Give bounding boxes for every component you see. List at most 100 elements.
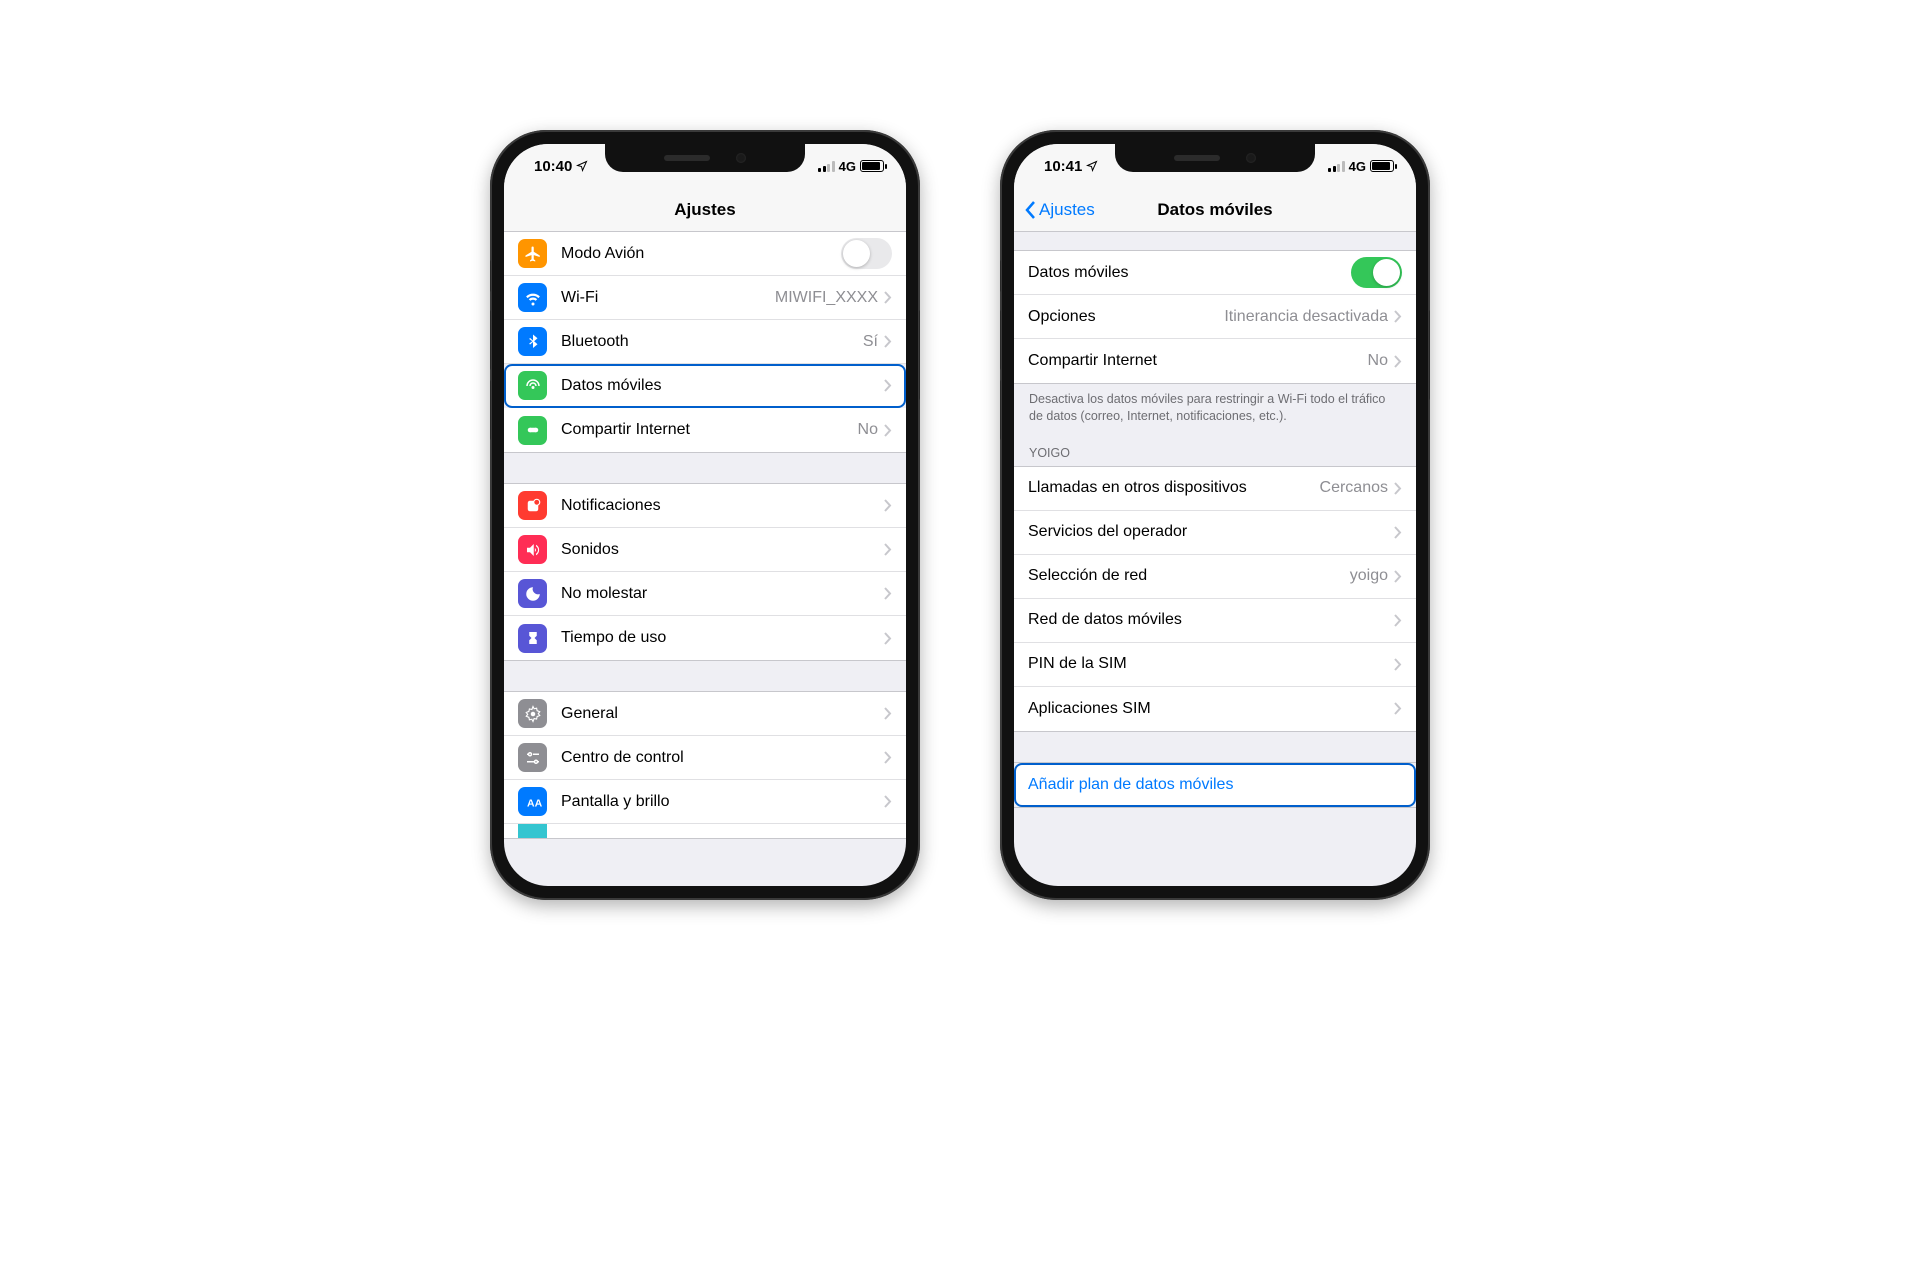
row-add-cellular-plan[interactable]: Añadir plan de datos móviles: [1014, 763, 1416, 807]
side-button: [490, 260, 491, 292]
row-dnd[interactable]: No molestar: [504, 572, 906, 616]
row-label: Compartir Internet: [1028, 352, 1368, 370]
row-sounds[interactable]: Sonidos: [504, 528, 906, 572]
row-screentime[interactable]: Tiempo de uso: [504, 616, 906, 660]
row-label: Datos móviles: [561, 377, 884, 395]
row-cellular-data[interactable]: Datos móviles: [1014, 251, 1416, 295]
settings-list: Modo Avión Wi-Fi MIWIFI_XXXX Bluetooth S…: [504, 232, 906, 839]
row-calls-other-devices[interactable]: Llamadas en otros dispositivos Cercanos: [1014, 467, 1416, 511]
section-header: YOIGO: [1014, 432, 1416, 466]
chevron-right-icon: [1394, 702, 1402, 715]
chevron-right-icon: [884, 499, 892, 512]
nav-title: Ajustes: [674, 200, 735, 220]
location-icon: [1086, 160, 1098, 172]
row-bluetooth[interactable]: Bluetooth Sí: [504, 320, 906, 364]
chevron-right-icon: [884, 751, 892, 764]
chevron-right-icon: [884, 335, 892, 348]
row-value: No: [1368, 352, 1388, 370]
row-label: Servicios del operador: [1028, 523, 1394, 541]
chevron-right-icon: [1394, 310, 1402, 323]
row-partial[interactable]: [504, 824, 906, 838]
row-network-selection[interactable]: Selección de red yoigo: [1014, 555, 1416, 599]
row-label: Notificaciones: [561, 497, 884, 515]
general-icon: [518, 699, 547, 728]
network-label: 4G: [1349, 159, 1366, 174]
row-label: Aplicaciones SIM: [1028, 700, 1394, 718]
side-button: [1000, 310, 1001, 370]
row-hotspot[interactable]: Compartir Internet No: [1014, 339, 1416, 383]
row-airplane[interactable]: Modo Avión: [504, 232, 906, 276]
partial-icon: [518, 824, 547, 838]
cellular-data-toggle[interactable]: [1351, 257, 1402, 288]
row-value: Sí: [863, 333, 878, 351]
row-wifi[interactable]: Wi-Fi MIWIFI_XXXX: [504, 276, 906, 320]
side-button: [1000, 380, 1001, 440]
side-button: [490, 380, 491, 440]
back-button[interactable]: Ajustes: [1024, 200, 1095, 220]
cellular-icon: [518, 371, 547, 400]
row-value: yoigo: [1350, 567, 1388, 585]
hotspot-icon: [518, 416, 547, 445]
chevron-right-icon: [884, 543, 892, 556]
row-notifications[interactable]: Notificaciones: [504, 484, 906, 528]
battery-icon: [1370, 160, 1394, 172]
section-footer: Desactiva los datos móviles para restrin…: [1014, 384, 1416, 432]
row-options[interactable]: Opciones Itinerancia desactivada: [1014, 295, 1416, 339]
side-button: [490, 310, 491, 370]
row-label: Añadir plan de datos móviles: [1028, 776, 1402, 794]
row-label: General: [561, 705, 884, 723]
network-label: 4G: [839, 159, 856, 174]
row-display[interactable]: AA Pantalla y brillo: [504, 780, 906, 824]
row-value: Cercanos: [1320, 479, 1388, 497]
row-sim-applications[interactable]: Aplicaciones SIM: [1014, 687, 1416, 731]
row-label: Compartir Internet: [561, 421, 858, 439]
chevron-right-icon: [884, 291, 892, 304]
row-label: Wi-Fi: [561, 289, 775, 307]
chevron-right-icon: [884, 707, 892, 720]
row-label: Sonidos: [561, 541, 884, 559]
row-general[interactable]: General: [504, 692, 906, 736]
row-cellular-data-network[interactable]: Red de datos móviles: [1014, 599, 1416, 643]
row-label: Centro de control: [561, 749, 884, 767]
svg-text:AA: AA: [527, 797, 542, 809]
chevron-right-icon: [1394, 526, 1402, 539]
row-value: Itinerancia desactivada: [1224, 308, 1388, 326]
row-label: Modo Avión: [561, 245, 841, 263]
side-button: [919, 310, 920, 400]
side-button: [1000, 260, 1001, 292]
dnd-icon: [518, 579, 547, 608]
row-hotspot[interactable]: Compartir Internet No: [504, 408, 906, 452]
row-sim-pin[interactable]: PIN de la SIM: [1014, 643, 1416, 687]
bluetooth-icon: [518, 327, 547, 356]
row-label: PIN de la SIM: [1028, 655, 1394, 673]
row-label: Datos móviles: [1028, 264, 1351, 282]
signal-icon: [818, 161, 835, 172]
row-value: MIWIFI_XXXX: [775, 289, 878, 307]
row-label: Tiempo de uso: [561, 629, 884, 647]
nav-title: Datos móviles: [1157, 200, 1272, 220]
row-label: Opciones: [1028, 308, 1224, 326]
notifications-icon: [518, 491, 547, 520]
wifi-icon: [518, 283, 547, 312]
screen: 10:40 4G Ajustes Modo Avión Wi-: [504, 144, 906, 886]
phone-left: 10:40 4G Ajustes Modo Avión Wi-: [490, 130, 920, 900]
screen: 10:41 4G Ajustes Datos móviles Datos móv…: [1014, 144, 1416, 886]
chevron-right-icon: [1394, 355, 1402, 368]
display-icon: AA: [518, 787, 547, 816]
row-label: Pantalla y brillo: [561, 793, 884, 811]
row-label: Red de datos móviles: [1028, 611, 1394, 629]
row-carrier-services[interactable]: Servicios del operador: [1014, 511, 1416, 555]
chevron-right-icon: [1394, 658, 1402, 671]
back-label: Ajustes: [1039, 200, 1095, 220]
chevron-right-icon: [1394, 614, 1402, 627]
row-cellular[interactable]: Datos móviles: [504, 364, 906, 408]
row-control-center[interactable]: Centro de control: [504, 736, 906, 780]
status-time: 10:41: [1044, 158, 1082, 175]
row-label: Bluetooth: [561, 333, 863, 351]
sounds-icon: [518, 535, 547, 564]
row-value: No: [858, 421, 878, 439]
airplane-toggle[interactable]: [841, 238, 892, 269]
row-label: No molestar: [561, 585, 884, 603]
status-time: 10:40: [534, 158, 572, 175]
row-label: Llamadas en otros dispositivos: [1028, 479, 1320, 497]
